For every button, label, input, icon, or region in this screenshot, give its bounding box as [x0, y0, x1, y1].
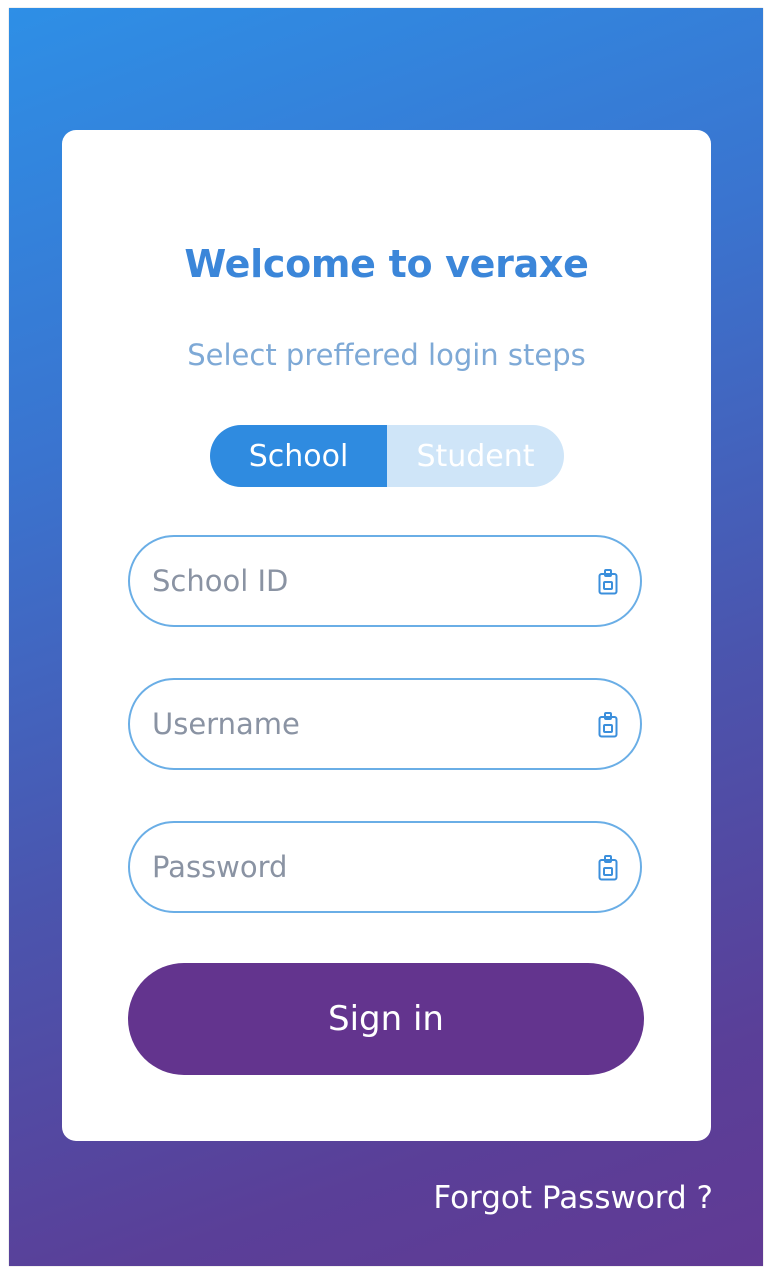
forgot-password-link[interactable]: Forgot Password ?	[433, 1180, 713, 1216]
id-badge-icon	[598, 712, 618, 738]
id-badge-icon	[598, 569, 618, 595]
toggle-school[interactable]: School	[210, 425, 387, 487]
login-type-toggle: School Student	[210, 425, 564, 487]
toggle-student[interactable]: Student	[387, 425, 564, 487]
login-card: Welcome to veraxe Select preffered login…	[62, 130, 711, 1141]
sign-in-button[interactable]: Sign in	[128, 963, 644, 1075]
school-id-input[interactable]	[152, 564, 572, 598]
username-input[interactable]	[152, 707, 572, 741]
welcome-title: Welcome to veraxe	[184, 242, 589, 286]
login-subtitle: Select preffered login steps	[187, 338, 586, 372]
login-screen: Welcome to veraxe Select preffered login…	[9, 8, 763, 1266]
school-id-field	[128, 535, 642, 627]
password-field	[128, 821, 642, 913]
id-badge-icon	[598, 855, 618, 881]
username-field	[128, 678, 642, 770]
password-input[interactable]	[152, 850, 572, 884]
